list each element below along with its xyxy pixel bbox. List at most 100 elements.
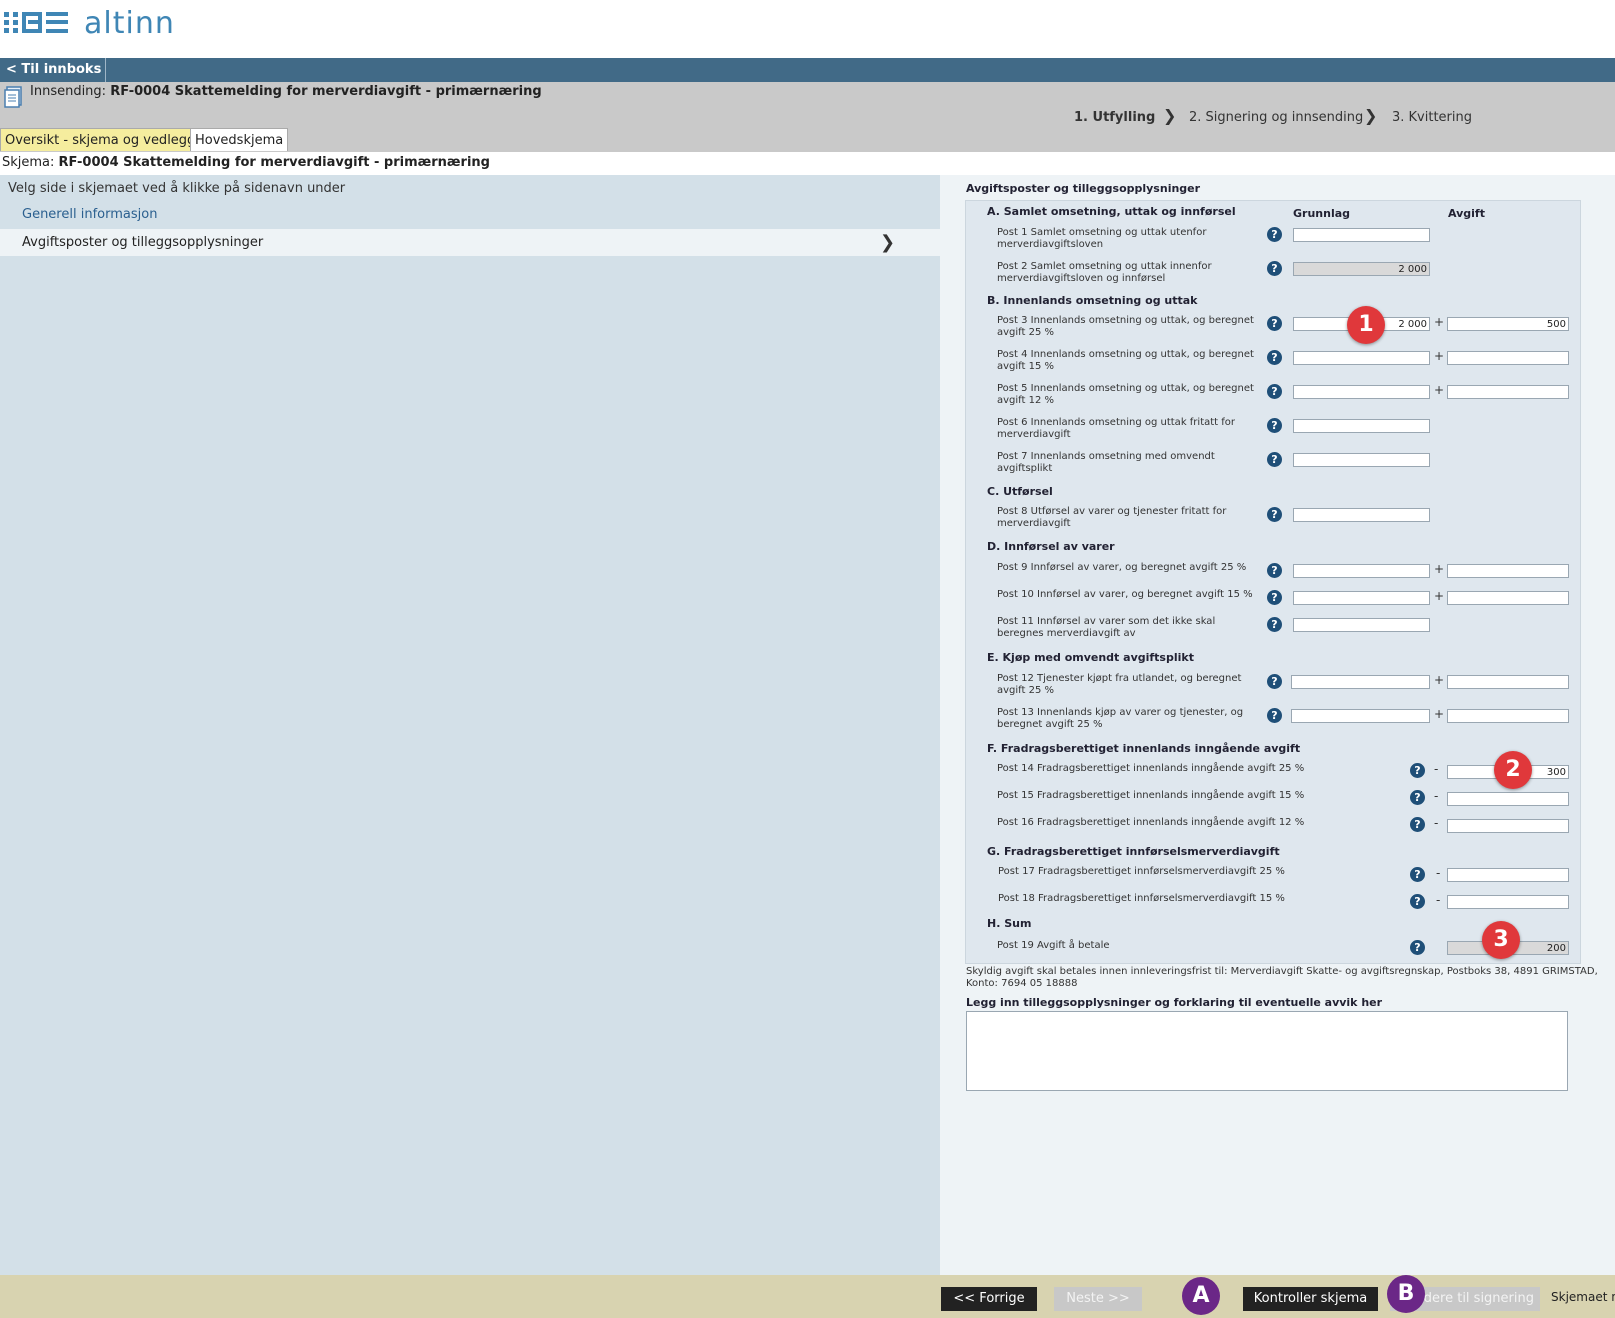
post-13-basis-input[interactable] [1291, 709, 1430, 723]
chevron-right-icon: ❯ [880, 232, 896, 253]
minus-sign: - [1434, 762, 1439, 776]
minus-sign: - [1434, 789, 1439, 803]
form-section-title: Avgiftsposter og tilleggsopplysninger [966, 182, 1201, 195]
post-2-basis-input: 2 000 [1293, 262, 1430, 276]
section-g-heading: G. Fradragsberettiget innførselsmerverdi… [987, 845, 1280, 858]
post-3-fee-input[interactable]: 500 [1447, 317, 1569, 331]
form-name-line: Skjema: RF-0004 Skattemelding for merver… [2, 155, 490, 170]
step-kvittering: 3. Kvittering [1392, 110, 1473, 125]
post-5-basis-input[interactable] [1293, 385, 1430, 399]
callout-marker-1: 1 [1347, 306, 1385, 344]
nav-item-fee-items[interactable]: Avgiftsposter og tilleggsopplysninger ❯ [0, 229, 940, 256]
plus-sign: + [1434, 673, 1445, 687]
altinn-logo[interactable]: altinn [4, 6, 175, 41]
step-signering: 2. Signering og innsending [1189, 110, 1364, 125]
post-9-label: Post 9 Innførsel av varer, og beregnet a… [997, 562, 1247, 573]
submission-title: Innsending: RF-0004 Skattemelding for me… [30, 84, 542, 99]
plus-sign: + [1434, 707, 1445, 721]
post-4-basis-input[interactable] [1293, 351, 1430, 365]
help-icon[interactable]: ? [1267, 674, 1282, 689]
help-icon[interactable]: ? [1267, 563, 1282, 578]
post-13-fee-input[interactable] [1447, 709, 1569, 723]
minus-sign: - [1436, 893, 1441, 907]
post-1-label: Post 1 Samlet omsetning og uttak utenfor… [997, 227, 1207, 250]
callout-marker-3: 3 [1482, 921, 1520, 959]
back-to-inbox-button[interactable]: < Til innboks [0, 58, 106, 82]
post-11-basis-input[interactable] [1293, 618, 1430, 632]
submission-label: Innsending: [30, 84, 107, 99]
post-12-basis-input[interactable] [1291, 675, 1430, 689]
submission-form-name: RF-0004 Skattemelding for merverdiavgift… [110, 84, 542, 99]
post-3-label: Post 3 Innenlands omsetning og uttak, og… [997, 315, 1254, 338]
help-icon[interactable]: ? [1267, 316, 1282, 331]
submission-header: Innsending: RF-0004 Skattemelding for me… [0, 82, 1615, 152]
post-16-fee-input[interactable] [1447, 819, 1569, 833]
help-icon[interactable]: ? [1267, 452, 1282, 467]
post-6-basis-input[interactable] [1293, 419, 1430, 433]
post-14-label: Post 14 Fradragsberettiget innenlands in… [997, 763, 1305, 774]
post-8-basis-input[interactable] [1293, 508, 1430, 522]
plus-sign: + [1434, 315, 1445, 329]
previous-button[interactable]: << Forrige [941, 1287, 1037, 1311]
post-17-fee-input[interactable] [1447, 868, 1569, 882]
check-form-button[interactable]: Kontroller skjema [1243, 1287, 1378, 1311]
help-icon[interactable]: ? [1410, 894, 1425, 909]
plus-sign: + [1434, 562, 1445, 576]
help-icon[interactable]: ? [1267, 261, 1282, 276]
post-9-basis-input[interactable] [1293, 564, 1430, 578]
extra-info-textarea[interactable] [966, 1011, 1568, 1091]
post-7-label: Post 7 Innenlands omsetning med omvendt … [997, 451, 1215, 474]
top-nav-bar: < Til innboks [0, 58, 1615, 82]
section-h-heading: H. Sum [987, 917, 1032, 930]
step-utfylling: 1. Utfylling [1074, 110, 1156, 125]
plus-sign: + [1434, 383, 1445, 397]
post-2-label: Post 2 Samlet omsetning og uttak innenfo… [997, 261, 1212, 284]
column-header-fee: Avgift [1448, 207, 1485, 220]
tab-main-form[interactable]: Hovedskjema [190, 128, 289, 151]
post-5-fee-input[interactable] [1447, 385, 1569, 399]
post-10-label: Post 10 Innførsel av varer, og beregnet … [997, 589, 1253, 600]
section-c-heading: C. Utførsel [987, 485, 1053, 498]
help-icon[interactable]: ? [1267, 418, 1282, 433]
help-icon[interactable]: ? [1267, 507, 1282, 522]
form-name-label: Skjema: [2, 155, 55, 170]
post-4-label: Post 4 Innenlands omsetning og uttak, og… [997, 349, 1254, 372]
form-status-text: Skjemaet n [1551, 1290, 1615, 1304]
help-icon[interactable]: ? [1410, 940, 1425, 955]
post-7-basis-input[interactable] [1293, 453, 1430, 467]
help-icon[interactable]: ? [1267, 227, 1282, 242]
plus-sign: + [1434, 349, 1445, 363]
post-18-fee-input[interactable] [1447, 895, 1569, 909]
help-icon[interactable]: ? [1267, 617, 1282, 632]
post-10-basis-input[interactable] [1293, 591, 1430, 605]
help-icon[interactable]: ? [1410, 763, 1425, 778]
post-1-basis-input[interactable] [1293, 228, 1430, 242]
post-8-label: Post 8 Utførsel av varer og tjenester fr… [997, 506, 1227, 529]
help-icon[interactable]: ? [1267, 708, 1282, 723]
footer-action-bar: << Forrige Neste >> Kontroller skjema de… [0, 1275, 1615, 1318]
help-icon[interactable]: ? [1267, 350, 1282, 365]
post-15-label: Post 15 Fradragsberettiget innenlands in… [997, 790, 1305, 801]
help-icon[interactable]: ? [1410, 867, 1425, 882]
next-button[interactable]: Neste >> [1054, 1287, 1142, 1311]
minus-sign: - [1434, 816, 1439, 830]
post-15-fee-input[interactable] [1447, 792, 1569, 806]
help-icon[interactable]: ? [1267, 384, 1282, 399]
nav-item-general-info[interactable]: Generell informasjon [22, 207, 157, 222]
post-4-fee-input[interactable] [1447, 351, 1569, 365]
post-11-label: Post 11 Innførsel av varer som det ikke … [997, 616, 1216, 639]
tab-overview[interactable]: Oversikt - skjema og vedlegg [0, 128, 201, 151]
section-d-heading: D. Innførsel av varer [987, 540, 1115, 553]
post-10-fee-input[interactable] [1447, 591, 1569, 605]
post-18-label: Post 18 Fradragsberettiget innførselsmer… [998, 893, 1285, 904]
callout-marker-2: 2 [1494, 751, 1532, 789]
post-12-fee-input[interactable] [1447, 675, 1569, 689]
help-icon[interactable]: ? [1267, 590, 1282, 605]
altinn-logo-icon [4, 12, 68, 33]
post-19-label: Post 19 Avgift å betale [997, 940, 1110, 951]
page-navigation-pane: Velg side i skjemaet ved å klikke på sid… [0, 175, 940, 1275]
post-9-fee-input[interactable] [1447, 564, 1569, 578]
help-icon[interactable]: ? [1410, 790, 1425, 805]
help-icon[interactable]: ? [1410, 817, 1425, 832]
extra-info-label: Legg inn tilleggsopplysninger og forklar… [966, 996, 1383, 1009]
